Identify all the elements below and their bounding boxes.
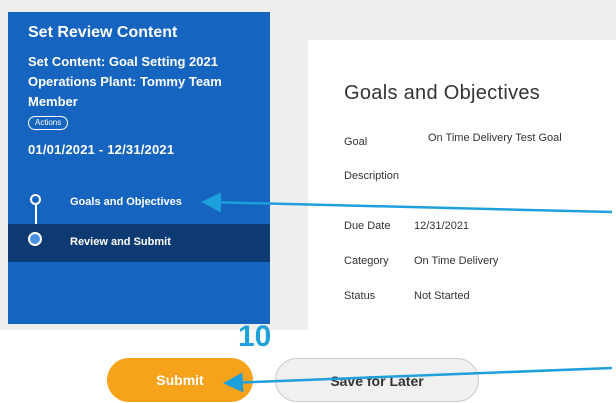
goal-value: On Time Delivery Test Goal [428, 132, 562, 144]
submit-button[interactable]: Submit [107, 358, 253, 402]
due-date-label: Due Date [344, 220, 391, 232]
step-review-and-submit[interactable]: Review and Submit [8, 224, 270, 262]
step-circle-filled-icon [28, 232, 42, 246]
page-title: Goals and Objectives [344, 82, 541, 104]
step-circle-icon [30, 194, 41, 205]
goal-label: Goal [344, 136, 368, 148]
save-for-later-button[interactable]: Save for Later [275, 358, 479, 402]
step-label: Review and Submit [70, 236, 171, 248]
sidebar-panel: Set Review Content Set Content: Goal Set… [8, 12, 270, 324]
status-value: Not Started [414, 290, 470, 302]
status-label: Status [344, 290, 376, 302]
step-label: Goals and Objectives [70, 196, 182, 208]
date-range: 01/01/2021 - 12/31/2021 [28, 142, 175, 157]
step-goals-and-objectives[interactable]: Goals and Objectives [8, 184, 270, 222]
sidebar-subtitle: Set Content: Goal Setting 2021 Operation… [28, 54, 222, 109]
category-value: On Time Delivery [414, 255, 499, 267]
sidebar-title: Set Review Content [28, 24, 178, 41]
content-card: Goals and Objectives Goal On Time Delive… [308, 40, 616, 330]
annotation-step-number: 10 [238, 320, 272, 353]
actions-button[interactable]: Actions [28, 116, 69, 130]
category-label: Category [344, 255, 389, 267]
due-date-value: 12/31/2021 [414, 220, 470, 232]
description-label: Description [344, 170, 400, 182]
